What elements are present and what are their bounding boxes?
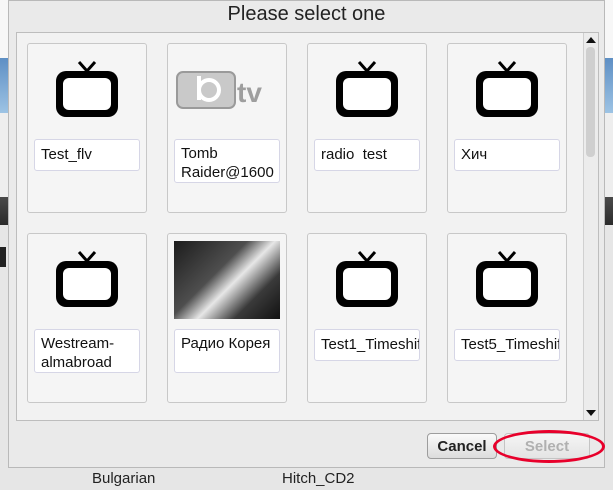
channel-name: Test1_Timeshift	[314, 329, 420, 361]
tv-icon	[448, 238, 566, 322]
photo-thumbnail	[168, 238, 286, 322]
background-tile-label: Hitch_CD2	[282, 470, 355, 487]
channel-tile[interactable]: Радио Корея	[167, 233, 287, 403]
select-dialog: Please select one Test_flv tv Tomb Raide…	[8, 0, 605, 468]
tv-icon	[28, 238, 146, 322]
channel-tile[interactable]: Хич	[447, 43, 567, 213]
scroll-up-icon[interactable]	[586, 37, 596, 43]
channel-name: Test5_Timeshift	[454, 329, 560, 361]
channel-tile[interactable]: radio test	[307, 43, 427, 213]
channel-name: Westream-almabroad	[34, 329, 140, 373]
cancel-button[interactable]: Cancel	[427, 433, 497, 459]
channel-tile[interactable]: Westream-almabroad	[27, 233, 147, 403]
list-scrollbar[interactable]	[583, 33, 598, 420]
channel-name: Хич	[454, 139, 560, 171]
scroll-thumb[interactable]	[586, 47, 595, 157]
channel-name: Радио Корея	[174, 329, 280, 373]
tv-icon	[28, 48, 146, 132]
tv-icon	[308, 48, 426, 132]
channel-tile[interactable]: tv Tomb Raider@1600	[167, 43, 287, 213]
background-tile-label: Bulgarian	[92, 470, 156, 487]
select-button[interactable]: Select	[504, 433, 590, 459]
album-photo	[174, 241, 280, 319]
svg-text:tv: tv	[237, 77, 262, 108]
channel-name: Test_flv	[34, 139, 140, 171]
scroll-down-icon[interactable]	[586, 410, 596, 416]
dialog-title: Please select one	[227, 3, 386, 25]
tv-icon	[448, 48, 566, 132]
channel-tile[interactable]: Test5_Timeshift	[447, 233, 567, 403]
channel-list: Test_flv tv Tomb Raider@1600 radio test …	[16, 32, 599, 421]
menu-icon	[0, 247, 6, 267]
tv-icon	[308, 238, 426, 322]
channel-name: Tomb Raider@1600	[174, 139, 280, 183]
channel-tile[interactable]: Test_flv	[27, 43, 147, 213]
btv-logo: tv	[168, 48, 286, 132]
channel-tile[interactable]: Test1_Timeshift	[307, 233, 427, 403]
channel-name: radio test	[314, 139, 420, 171]
